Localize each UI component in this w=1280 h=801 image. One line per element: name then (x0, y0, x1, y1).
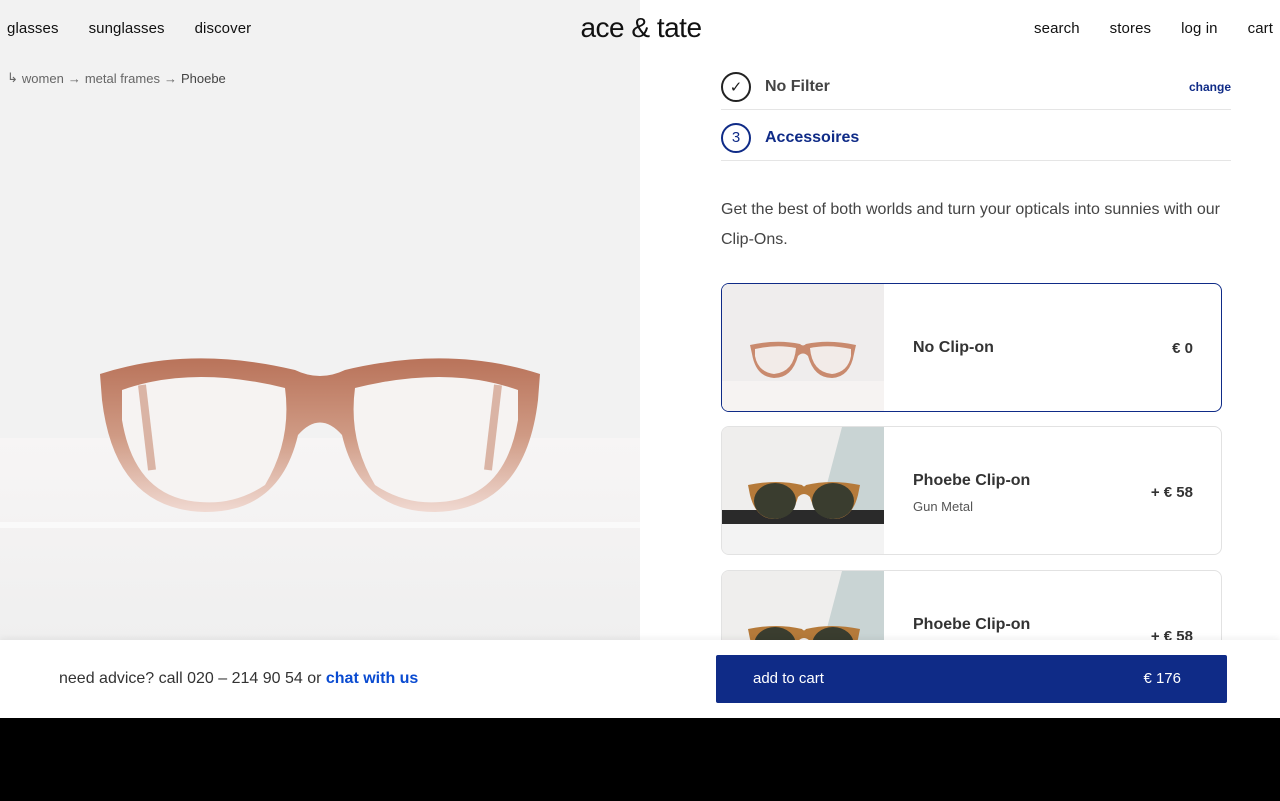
breadcrumb-women[interactable]: women (22, 71, 64, 86)
nav-glasses[interactable]: glasses (7, 20, 59, 37)
nav-sunglasses[interactable]: sunglasses (89, 20, 165, 37)
option-thumbnail (722, 284, 884, 411)
breadcrumb-current: Phoebe (180, 70, 226, 86)
cart-total: € 176 (1143, 670, 1181, 687)
nav-discover[interactable]: discover (195, 20, 252, 37)
step-filter: ✓ No Filter change (721, 64, 1231, 110)
change-filter-link[interactable]: change (1189, 80, 1231, 94)
add-to-cart-label: add to cart (753, 670, 824, 687)
breadcrumb-return-arrow-icon: ↳ (7, 70, 18, 85)
option-name: Phoebe Clip-on (913, 472, 1031, 489)
sticky-checkout-bar: need advice? call 020 – 214 90 54 or cha… (0, 640, 1280, 718)
option-phoebe-clip-on-gun-metal[interactable]: Phoebe Clip-on Gun Metal + € 58 (721, 426, 1222, 555)
option-name: Phoebe Clip-on (913, 616, 1031, 633)
option-name: No Clip-on (913, 339, 994, 356)
nav-cart[interactable]: cart (1248, 20, 1273, 37)
step-accessoires-title: Accessoires (765, 128, 860, 146)
step-filter-title: No Filter (765, 77, 830, 95)
option-price: + € 58 (1150, 484, 1193, 501)
glasses-thumbnail-image (722, 284, 884, 411)
breadcrumb-arrow-icon: → (67, 70, 81, 86)
nav-stores[interactable]: stores (1110, 20, 1151, 37)
product-image (0, 0, 640, 640)
option-variant: Gun Metal (913, 499, 973, 514)
clip-on-description: Get the best of both worlds and turn you… (721, 201, 1220, 248)
brand-logo[interactable]: ace & tate (573, 12, 709, 44)
check-icon: ✓ (721, 71, 751, 102)
option-price: € 0 (1172, 340, 1193, 357)
glasses-frame-image (100, 358, 540, 512)
page: glasses sunglasses discover ace & tate s… (0, 0, 1280, 718)
advice-phone-text: need advice? call 020 – 214 90 54 or (59, 670, 326, 687)
add-to-cart-button[interactable]: add to cart € 176 (716, 655, 1227, 703)
step-accessoires: 3 Accessoires (721, 115, 1231, 161)
utility-nav: search stores log in cart (1034, 20, 1273, 37)
nav-search[interactable]: search (1034, 20, 1080, 37)
step-number: 3 (721, 122, 751, 153)
configurator-steps: ✓ No Filter change 3 Accessoires (721, 64, 1231, 161)
breadcrumb-metal-frames[interactable]: metal frames (85, 71, 160, 86)
chat-with-us-link[interactable]: chat with us (326, 670, 418, 687)
main-nav: glasses sunglasses discover (7, 20, 251, 37)
breadcrumb-arrow-icon: → (163, 70, 177, 86)
option-no-clip-on[interactable]: No Clip-on € 0 (721, 283, 1222, 412)
clip-on-thumbnail-image (722, 427, 884, 554)
nav-log-in[interactable]: log in (1181, 20, 1217, 37)
advice-text: need advice? call 020 – 214 90 54 or cha… (59, 670, 418, 688)
option-thumbnail (722, 427, 884, 554)
breadcrumb: ↳ women → metal frames → Phoebe (7, 70, 226, 86)
